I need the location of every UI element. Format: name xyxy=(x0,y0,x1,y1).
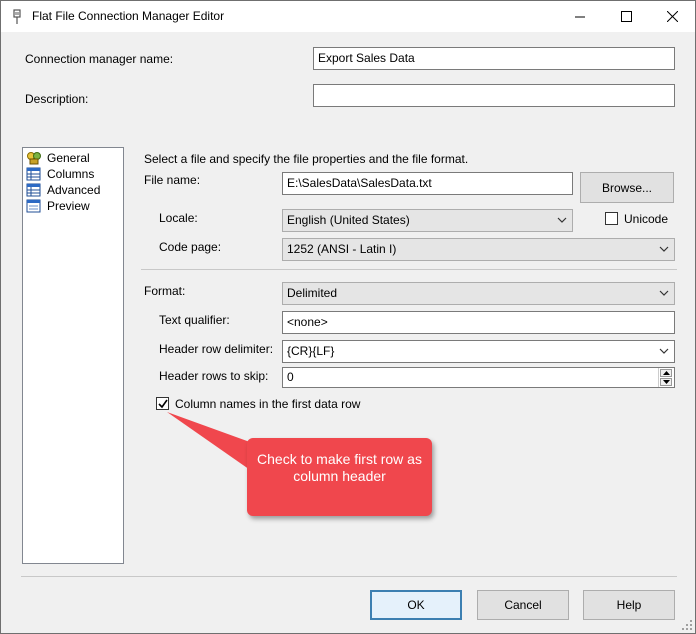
nav-label: Columns xyxy=(47,167,95,181)
locale-select[interactable]: English (United States) xyxy=(282,209,573,232)
nav-item-advanced[interactable]: Advanced xyxy=(26,182,100,198)
file-name-label: File name: xyxy=(144,173,201,187)
grid-icon xyxy=(26,167,41,181)
header-row-delimiter-select[interactable]: {CR}{LF} xyxy=(282,340,675,363)
caret-up-icon xyxy=(663,371,670,375)
description-label: Description: xyxy=(25,92,89,106)
unicode-checkbox[interactable] xyxy=(605,212,618,225)
maximize-icon xyxy=(620,11,632,22)
chevron-down-icon xyxy=(659,246,669,252)
help-button[interactable]: Help xyxy=(583,590,675,620)
code-page-label: Code page: xyxy=(159,240,222,254)
locale-label: Locale: xyxy=(159,211,198,225)
spinner-up-button[interactable] xyxy=(660,369,672,377)
nav-label: Advanced xyxy=(47,183,101,197)
minimize-icon xyxy=(575,16,585,17)
browse-button[interactable]: Browse... xyxy=(580,172,674,203)
intro-text: Select a file and specify the file prope… xyxy=(144,152,469,166)
code-page-value: 1252 (ANSI - Latin I) xyxy=(287,242,397,256)
nav-panel: General Columns Advanced Preview xyxy=(22,147,124,564)
format-select[interactable]: Delimited xyxy=(282,282,675,305)
close-icon xyxy=(666,11,678,22)
file-name-input[interactable]: E:\SalesData\SalesData.txt xyxy=(282,172,573,195)
minimize-button[interactable] xyxy=(557,1,603,32)
locale-value: English (United States) xyxy=(287,213,410,227)
section-divider xyxy=(141,269,677,270)
text-qualifier-label: Text qualifier: xyxy=(159,313,230,327)
general-icon xyxy=(27,152,41,165)
chevron-down-icon xyxy=(557,217,567,223)
maximize-button[interactable] xyxy=(603,1,649,32)
nav-item-columns[interactable]: Columns xyxy=(26,166,94,182)
connection-plug-icon xyxy=(13,9,21,24)
chevron-down-icon xyxy=(659,348,669,354)
connection-name-label: Connection manager name: xyxy=(25,52,174,66)
connection-name-input[interactable]: Export Sales Data xyxy=(313,47,675,70)
nav-item-general[interactable]: General xyxy=(26,150,90,166)
grid-icon xyxy=(26,183,41,197)
window-title: Flat File Connection Manager Editor xyxy=(32,9,225,23)
format-value: Delimited xyxy=(287,286,338,300)
callout-annotation: Check to make first row as column header xyxy=(247,438,432,516)
format-label: Format: xyxy=(144,284,186,298)
nav-label: Preview xyxy=(47,199,90,213)
dialog-window: Flat File Connection Manager Editor Conn… xyxy=(0,0,696,634)
ok-button[interactable]: OK xyxy=(370,590,462,620)
nav-label: General xyxy=(47,151,90,165)
text-qualifier-input[interactable]: <none> xyxy=(282,311,675,334)
header-rows-spinner[interactable] xyxy=(658,368,673,387)
cancel-button[interactable]: Cancel xyxy=(477,590,569,620)
close-button[interactable] xyxy=(649,1,695,32)
header-row-delimiter-value: {CR}{LF} xyxy=(287,344,335,358)
unicode-label: Unicode xyxy=(624,212,669,226)
header-rows-skip-label: Header rows to skip: xyxy=(159,369,269,383)
header-rows-skip-input[interactable]: 0 xyxy=(282,367,675,388)
spinner-down-button[interactable] xyxy=(660,378,672,386)
description-input[interactable] xyxy=(313,84,675,107)
chevron-down-icon xyxy=(659,290,669,296)
header-rows-skip-value: 0 xyxy=(287,370,294,384)
footer-divider xyxy=(21,576,677,577)
title-bar[interactable]: Flat File Connection Manager Editor xyxy=(1,1,695,32)
nav-item-preview[interactable]: Preview xyxy=(26,198,90,214)
header-row-delimiter-label: Header row delimiter: xyxy=(159,342,274,356)
resize-grip-icon[interactable] xyxy=(681,619,693,631)
caret-down-icon xyxy=(663,380,670,384)
code-page-select[interactable]: 1252 (ANSI - Latin I) xyxy=(282,238,675,261)
preview-icon xyxy=(26,199,41,213)
